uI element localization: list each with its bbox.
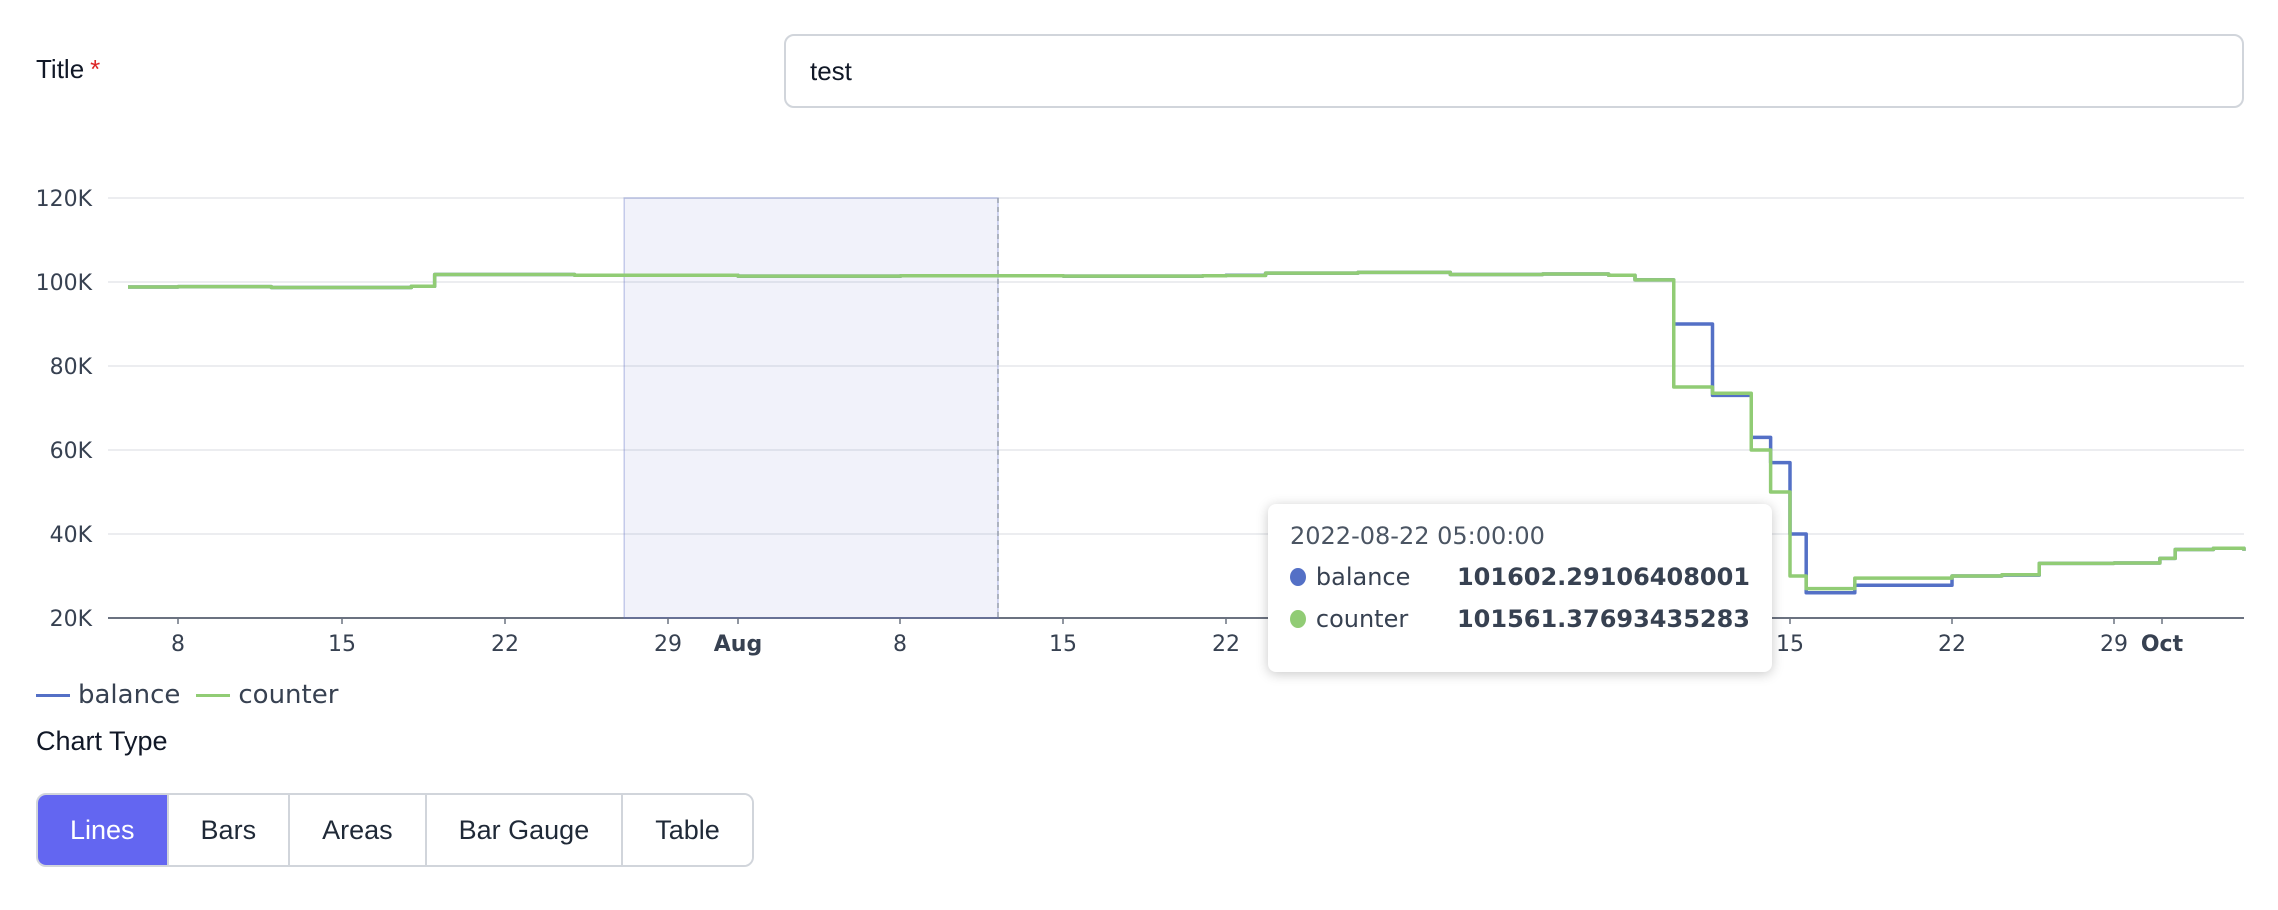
y-tick-label: 80K <box>50 355 93 380</box>
tooltip-row-balance: balance 101602.29106408001 <box>1290 556 1750 598</box>
chart-tooltip: 2022-08-22 05:00:00 balance 101602.29106… <box>1268 504 1772 672</box>
x-tick-label: 15 <box>328 632 356 657</box>
series-line-counter <box>128 270 2246 591</box>
chart-type-areas-button[interactable]: Areas <box>290 795 427 865</box>
x-tick-label: 15 <box>1049 632 1077 657</box>
x-tick-label: 29 <box>654 632 682 657</box>
chart-legend: balance counter <box>36 680 354 710</box>
tooltip-series-value: 101561.37693435283 <box>1456 605 1750 633</box>
legend-label: counter <box>238 680 339 710</box>
title-input[interactable] <box>784 34 2244 108</box>
counter-dot-icon <box>1290 610 1306 628</box>
counter-line-icon <box>196 693 231 697</box>
chart-type-bar-gauge-button[interactable]: Bar Gauge <box>426 795 624 865</box>
x-tick-label: Oct <box>2141 632 2184 657</box>
y-tick-label: 60K <box>50 439 93 464</box>
x-tick-label: 15 <box>1776 632 1804 657</box>
balance-dot-icon <box>1290 568 1306 586</box>
y-tick-label: 100K <box>36 271 93 296</box>
selection-area <box>623 197 999 619</box>
legend-item-counter[interactable]: counter <box>196 680 338 710</box>
chart-type-bars-button[interactable]: Bars <box>168 795 291 865</box>
chart-type-lines-button[interactable]: Lines <box>38 795 169 865</box>
title-label: Title * <box>36 54 100 85</box>
y-tick-label: 120K <box>36 187 93 212</box>
tooltip-timestamp: 2022-08-22 05:00:00 <box>1290 522 1545 550</box>
chart-type-selector: Lines Bars Areas Bar Gauge Table <box>36 793 754 867</box>
x-tick-label: 8 <box>171 632 185 657</box>
line-chart[interactable]: 120K100K80K60K40K20K8152229Aug8152229581… <box>0 170 2278 670</box>
series-line-balance <box>128 270 2246 595</box>
tooltip-series-name: balance <box>1315 563 1411 591</box>
x-tick-label: 29 <box>2100 632 2128 657</box>
legend-label: balance <box>78 680 181 710</box>
title-label-text: Title <box>36 54 85 84</box>
tooltip-series-value: 101602.29106408001 <box>1456 563 1750 591</box>
chart-type-table-button[interactable]: Table <box>623 795 752 865</box>
y-tick-label: 20K <box>50 607 93 632</box>
x-tick-label: 22 <box>491 632 519 657</box>
legend-item-balance[interactable]: balance <box>36 680 180 710</box>
required-marker: * <box>90 54 101 84</box>
balance-line-icon <box>36 693 70 697</box>
tooltip-row-counter: counter 101561.37693435283 <box>1290 598 1750 640</box>
x-tick-label: 22 <box>1938 632 1966 657</box>
x-tick-label: 8 <box>893 632 907 657</box>
x-tick-label: 22 <box>1212 632 1240 657</box>
chart-type-label: Chart Type <box>36 726 168 756</box>
y-tick-label: 40K <box>50 523 93 548</box>
x-tick-label: Aug <box>714 632 762 657</box>
tooltip-series-name: counter <box>1315 605 1409 633</box>
